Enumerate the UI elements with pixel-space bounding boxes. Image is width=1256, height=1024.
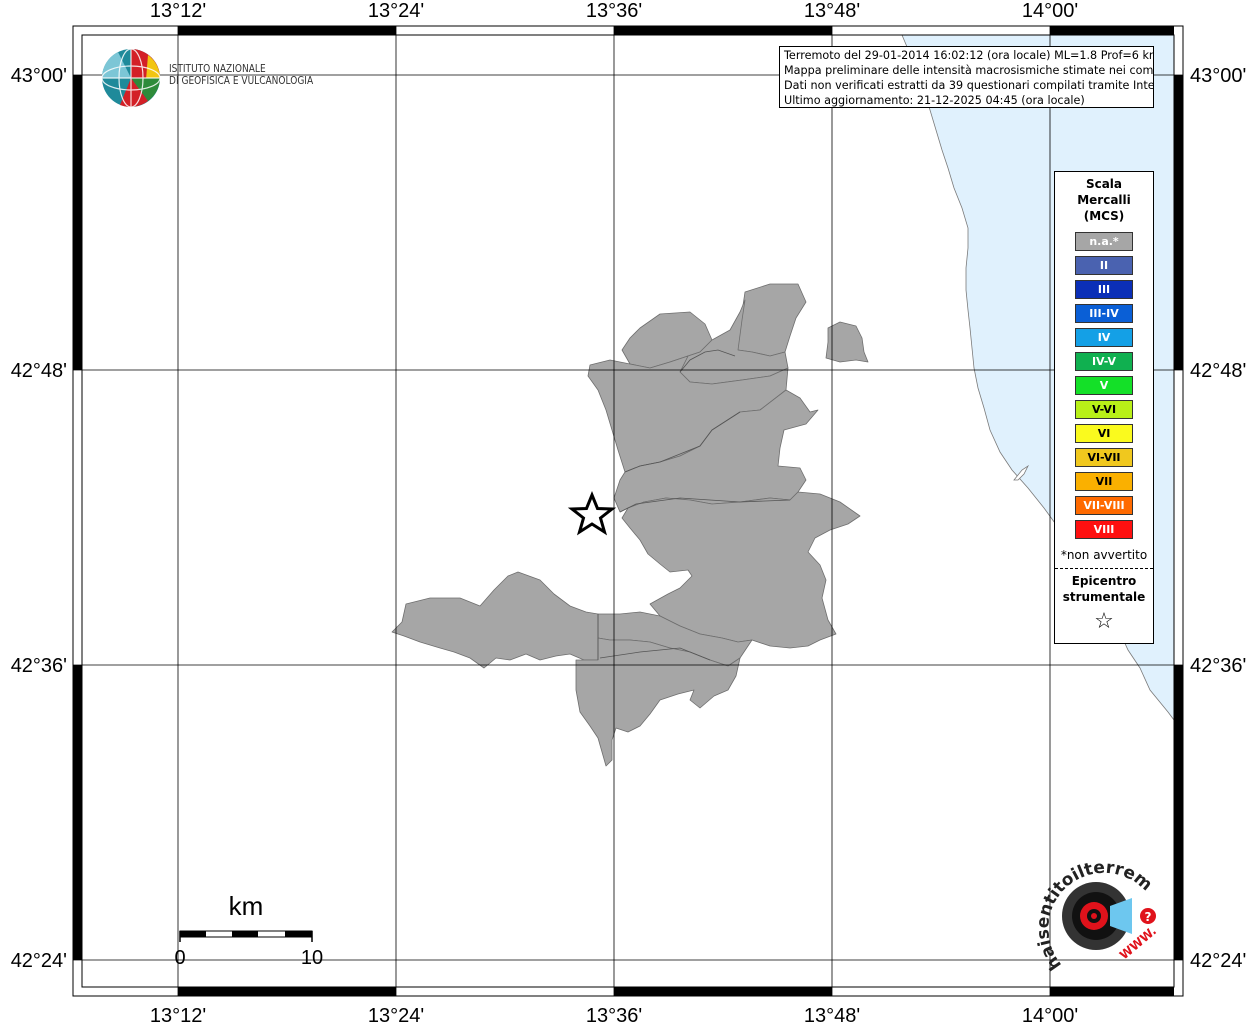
lon-label: 13°48' bbox=[804, 0, 860, 22]
legend-note: *non avvertito bbox=[1060, 548, 1148, 562]
latitude-labels-left: 43°00' 42°48' 42°36' 42°24' bbox=[11, 65, 67, 972]
institute-name: ISTITUTO NAZIONALE DI GEOFISICA E VULCAN… bbox=[169, 63, 313, 87]
legend-item-iii: III bbox=[1075, 280, 1133, 299]
legend-epicenter-line: Epicentro bbox=[1071, 574, 1137, 588]
lon-label: 14°00' bbox=[1022, 0, 1078, 22]
question-mark: ? bbox=[1145, 910, 1152, 924]
lon-label: 13°48' bbox=[804, 1005, 860, 1024]
legend-title: Scala Mercalli (MCS) bbox=[1055, 176, 1153, 224]
legend-item-iii-iv: III-IV bbox=[1075, 304, 1133, 323]
legend-epicenter-line: strumentale bbox=[1062, 590, 1146, 604]
lon-label: 13°12' bbox=[150, 0, 206, 22]
longitude-labels-top: 13°12' 13°24' 13°36' 13°48' 14°00' bbox=[150, 0, 1078, 22]
earthquake-info-box: Terremoto del 29-01-2014 16:02:12 (ora l… bbox=[779, 46, 1154, 108]
lon-label: 13°36' bbox=[586, 0, 642, 22]
info-line: Terremoto del 29-01-2014 16:02:12 (ora l… bbox=[784, 49, 1154, 62]
legend-item-v: V bbox=[1075, 376, 1133, 395]
legend-star-icon: ☆ bbox=[1094, 609, 1114, 634]
mcs-legend: Scala Mercalli (MCS) n.a.* II III III-IV IV I… bbox=[1054, 171, 1154, 644]
legend-item-na: n.a.* bbox=[1075, 232, 1133, 251]
legend-item-viii: VIII bbox=[1075, 520, 1133, 539]
legend-title-line: Mercalli bbox=[1077, 193, 1131, 207]
lon-label: 13°12' bbox=[150, 1005, 206, 1024]
lat-label: 42°48' bbox=[1190, 360, 1246, 382]
legend-item-vii-viii: VII-VIII bbox=[1075, 496, 1133, 515]
ingv-globe-logo bbox=[101, 48, 161, 108]
legend-item-vii: VII bbox=[1075, 472, 1133, 491]
legend-divider bbox=[1055, 568, 1153, 569]
legend-item-vi: VI bbox=[1075, 424, 1133, 443]
legend-item-v-vi: V-VI bbox=[1075, 400, 1133, 419]
info-line: Dati non verificati estratti da 39 quest… bbox=[784, 79, 1154, 92]
info-line: Mappa preliminare delle intensità macros… bbox=[784, 64, 1154, 77]
scale-unit: km bbox=[229, 891, 264, 921]
lat-label: 42°24' bbox=[11, 950, 67, 972]
lon-label: 13°36' bbox=[586, 1005, 642, 1024]
longitude-labels-bottom: 13°12' 13°24' 13°36' 13°48' 14°00' bbox=[150, 1005, 1078, 1024]
scale-start-label: 0 bbox=[174, 947, 185, 969]
legend-item-ii: II bbox=[1075, 256, 1133, 275]
legend-items: n.a.* II III III-IV IV IV-V V V-VI VI VI-VII VII VI… bbox=[1055, 232, 1153, 539]
legend-item-iv: IV bbox=[1075, 328, 1133, 347]
lat-label: 42°24' bbox=[1190, 950, 1246, 972]
lon-label: 13°24' bbox=[368, 0, 424, 22]
scale-end-label: 10 bbox=[301, 947, 323, 969]
legend-item-vi-vii: VI-VII bbox=[1075, 448, 1133, 467]
lat-label: 42°36' bbox=[1190, 655, 1246, 677]
lon-label: 13°24' bbox=[368, 1005, 424, 1024]
lat-label: 42°48' bbox=[11, 360, 67, 382]
legend-item-iv-v: IV-V bbox=[1075, 352, 1133, 371]
legend-epicenter-label: Epicentro strumentale bbox=[1055, 573, 1153, 605]
legend-title-line: (MCS) bbox=[1083, 209, 1125, 223]
institute-line-2: DI GEOFISICA E VULCANOLOGIA bbox=[169, 74, 314, 87]
lat-label: 43°00' bbox=[11, 65, 67, 87]
lon-label: 14°00' bbox=[1022, 1005, 1078, 1024]
latitude-labels-right: 43°00' 42°48' 42°36' 42°24' bbox=[1190, 65, 1246, 972]
lat-label: 43°00' bbox=[1190, 65, 1246, 87]
legend-title-line: Scala bbox=[1085, 177, 1123, 191]
lat-label: 42°36' bbox=[11, 655, 67, 677]
info-line: Ultimo aggiornamento: 21-12-2025 04:45 (… bbox=[784, 94, 1085, 107]
